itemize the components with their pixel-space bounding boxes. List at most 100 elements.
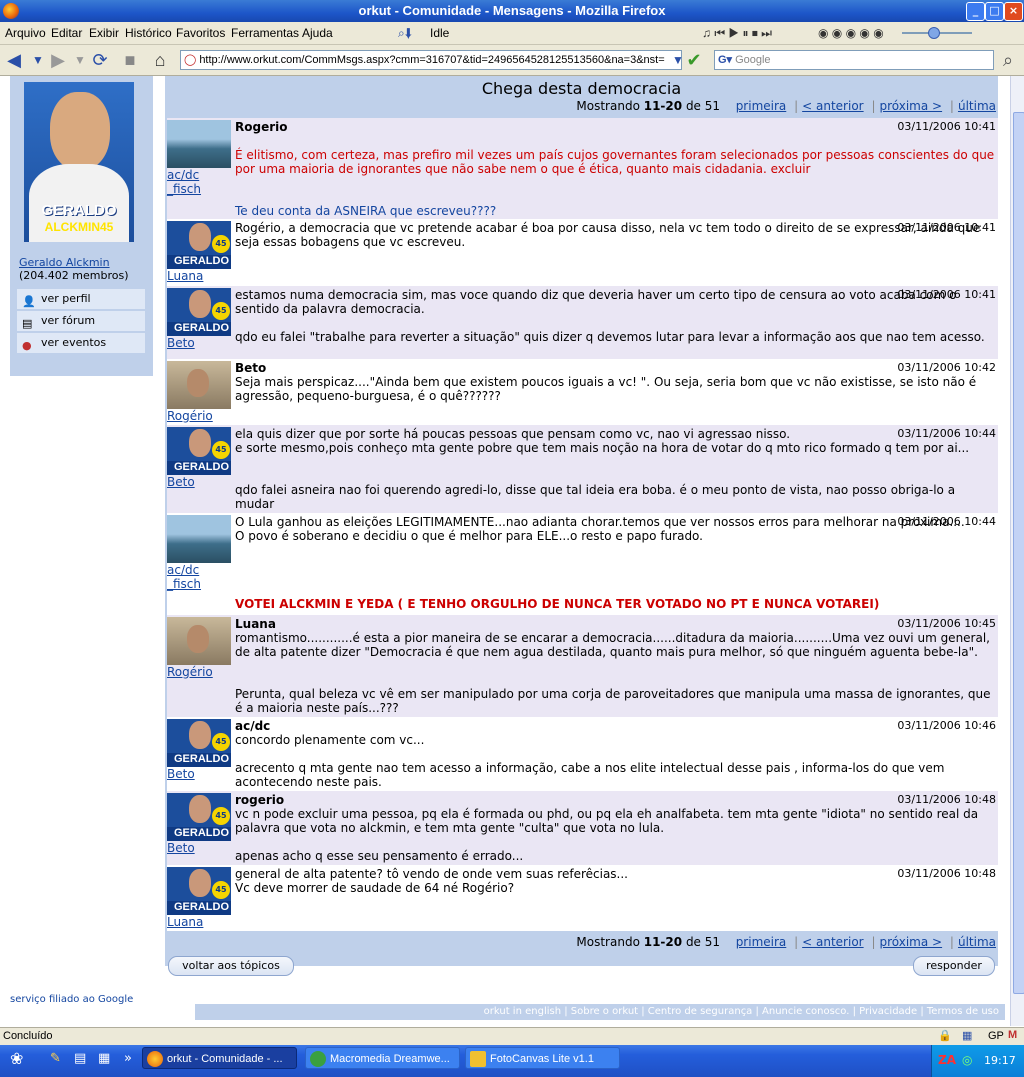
address-bar[interactable]: ◯ http://www.orkut.com/CommMsgs.aspx?cmm=… xyxy=(180,50,682,70)
task-dreamweaver[interactable]: Macromedia Dreamwe... xyxy=(305,1047,460,1069)
page-footer: serviço filiado ao Google orkut in engli… xyxy=(0,994,1010,1022)
home-icon[interactable]: ⌂ xyxy=(150,50,170,70)
user-link[interactable]: Beto xyxy=(167,336,195,350)
message-date: 03/11/2006 10:48 xyxy=(897,793,996,806)
antivirus-icon[interactable]: ◎ xyxy=(962,1053,972,1067)
message-date: 03/11/2006 10:45 xyxy=(897,617,996,630)
user-avatar[interactable] xyxy=(167,617,231,665)
menu-favoritos[interactable]: Favoritos xyxy=(176,26,225,40)
maximize-button[interactable]: □ xyxy=(985,2,1004,21)
user-avatar[interactable]: 45 GERALDO xyxy=(167,288,231,336)
go-check-icon[interactable]: ✔ xyxy=(684,50,704,70)
ver-forum-link[interactable]: ▤ ver fórum xyxy=(17,311,145,331)
back-arrow-icon[interactable]: ◀ xyxy=(4,50,24,70)
pager-first-link[interactable]: primeira xyxy=(736,99,787,113)
scrollbar-thumb[interactable] xyxy=(1013,112,1024,994)
user-link[interactable]: Rogério xyxy=(167,409,213,423)
user-avatar[interactable]: 45 GERALDO xyxy=(167,221,231,269)
pager-first-link[interactable]: primeira xyxy=(736,935,787,949)
volume-icon[interactable]: ◉ ◉ ◉ ◉ ◉ xyxy=(818,26,884,40)
message-row: 45 GERALDO Beto 03/11/2006 10:41 estamos … xyxy=(167,286,998,359)
community-photo[interactable]: GERALDO ALCKMIN45 xyxy=(24,82,134,242)
close-button[interactable]: × xyxy=(1004,2,1023,21)
message-text: romantismo............é esta a pior mane… xyxy=(235,631,990,659)
address-url: http://www.orkut.com/CommMsgs.aspx?cmm=3… xyxy=(199,54,665,66)
pager-next-link[interactable]: próxima > xyxy=(879,935,942,949)
user-avatar[interactable]: 45 GERALDO xyxy=(167,793,231,841)
footer-links[interactable]: orkut in english | Sobre o orkut | Centr… xyxy=(195,1004,1005,1020)
menu-ferramentas[interactable]: Ferramentas xyxy=(231,26,299,40)
quicklaunch-icon[interactable]: ▤ xyxy=(74,1051,86,1066)
user-avatar[interactable] xyxy=(167,361,231,409)
quicklaunch-icon[interactable]: ▦ xyxy=(98,1051,110,1066)
community-name-link[interactable]: Geraldo Alckmin xyxy=(19,256,110,269)
user-avatar[interactable]: 45 GERALDO xyxy=(167,427,231,475)
menu-exibir[interactable]: Exibir xyxy=(89,26,119,40)
forward-dropdown-icon[interactable]: ▼ xyxy=(70,50,90,70)
quicklaunch-icon[interactable]: ✎ xyxy=(50,1051,61,1066)
pager-last-link[interactable]: última xyxy=(958,935,996,949)
user-link[interactable]: Luana xyxy=(167,915,203,929)
user-link[interactable]: Beto xyxy=(167,767,195,781)
quicklaunch-chevron[interactable]: » xyxy=(124,1051,132,1066)
user-avatar[interactable]: 45 GERALDO xyxy=(167,719,231,767)
menu-arquivo[interactable]: Arquivo xyxy=(5,26,46,40)
message-text-2: qdo falei asneira nao foi querendo agred… xyxy=(235,483,956,511)
message-author: ac/dc xyxy=(235,719,271,733)
user-link[interactable]: Beto xyxy=(167,475,195,489)
user-link[interactable]: Rogério xyxy=(167,665,213,679)
avatar-badge: GERALDO xyxy=(167,901,231,915)
lock-icon: 🔒 xyxy=(938,1030,952,1042)
menu-historico[interactable]: Histórico xyxy=(125,26,172,40)
pager-top: Mostrando 11-20 de 51 primeira | < anteri… xyxy=(576,99,996,113)
user-link[interactable]: ac/dc _fisch xyxy=(167,563,201,591)
back-dropdown-icon[interactable]: ▼ xyxy=(28,50,48,70)
search-icon[interactable]: ⌕⬇ xyxy=(398,26,412,41)
user-avatar[interactable]: 45 GERALDO xyxy=(167,867,231,915)
task-fotocanvas[interactable]: FotoCanvas Lite v1.1 xyxy=(465,1047,620,1069)
start-icon[interactable]: ❀ xyxy=(10,1049,23,1068)
task-firefox[interactable]: orkut - Comunidade - ... xyxy=(142,1047,297,1069)
user-link[interactable]: ac/dc _fisch xyxy=(167,168,201,196)
ver-eventos-link[interactable]: ● ver eventos xyxy=(17,333,145,353)
pager-last-link[interactable]: última xyxy=(958,99,996,113)
stop-icon[interactable]: ■ xyxy=(120,50,140,70)
user-link[interactable]: Luana xyxy=(167,269,203,283)
menu-ajuda[interactable]: Ajuda xyxy=(302,26,333,40)
reload-icon[interactable]: ⟳ xyxy=(90,50,110,70)
volume-slider-thumb[interactable] xyxy=(928,27,940,39)
idle-label: Idle xyxy=(430,26,450,40)
system-tray: ZA ◎ 19:17 xyxy=(931,1045,1024,1077)
user-link[interactable]: Beto xyxy=(167,841,195,855)
search-go-icon[interactable]: ⌕ xyxy=(998,50,1018,70)
message-row: 45 GERALDO Luana 03/11/2006 10:41 Rogério… xyxy=(167,219,998,286)
pager-next-link[interactable]: próxima > xyxy=(879,99,942,113)
minimize-button[interactable]: _ xyxy=(966,2,985,21)
user-avatar[interactable] xyxy=(167,120,231,168)
forward-arrow-icon[interactable]: ▶ xyxy=(48,50,68,70)
reply-button[interactable]: responder xyxy=(913,956,995,976)
message-text-2: Perunta, qual beleza vc vê em ser manipu… xyxy=(235,687,991,715)
vertical-scrollbar[interactable] xyxy=(1010,76,1024,1026)
message-text: Rogério, a democracia que vc pretende ac… xyxy=(235,221,981,249)
search-engine-box[interactable]: G▾ Google xyxy=(714,50,994,70)
window-title: orkut - Comunidade - Mensagens - Mozilla… xyxy=(358,3,666,18)
message-author: rogerio xyxy=(235,793,285,807)
ver-perfil-link[interactable]: 👤 ver perfil xyxy=(17,289,145,309)
link-label: ver fórum xyxy=(41,314,96,327)
pager-prev-link[interactable]: < anterior xyxy=(802,99,863,113)
navigation-toolbar: ◀ ▼ ▶ ▼ ⟳ ■ ⌂ ◯ http://www.orkut.com/Comm… xyxy=(0,45,1024,76)
message-date: 03/11/2006 10:42 xyxy=(897,361,996,374)
message-author: Beto xyxy=(235,361,267,375)
pager-prev-link[interactable]: < anterior xyxy=(802,935,863,949)
user-avatar[interactable] xyxy=(167,515,231,563)
media-controls-icon[interactable]: ♫ ⏮ ▶ ⏸ ⏹ ⏭ xyxy=(702,26,772,41)
back-to-topics-button[interactable]: voltar aos tópicos xyxy=(168,956,294,976)
menu-editar[interactable]: Editar xyxy=(51,26,82,40)
avatar-badge: GERALDO xyxy=(167,753,231,767)
menu-bar: Arquivo Editar Exibir Histórico Favorito… xyxy=(0,22,1024,45)
link-label: ver perfil xyxy=(41,292,91,305)
zonealarm-icon[interactable]: ZA xyxy=(938,1053,956,1067)
message-row: ac/dc _fisch Rogerio 03/11/2006 10:41 É … xyxy=(167,118,998,219)
link-label: ver eventos xyxy=(41,336,107,349)
